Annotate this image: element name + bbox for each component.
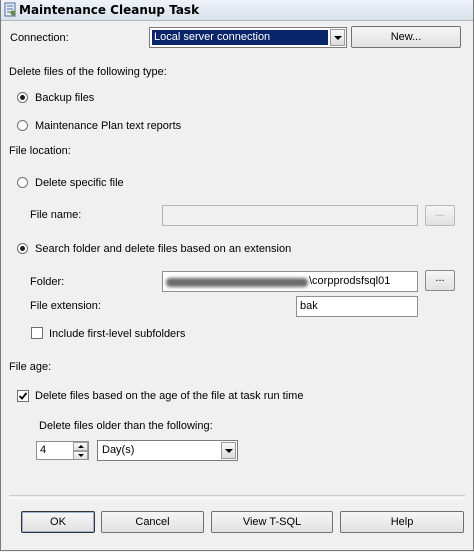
backup-files-radio[interactable] — [17, 92, 28, 103]
age-amount-spinner[interactable]: 4 — [36, 441, 89, 460]
file-extension-field[interactable]: bak — [296, 296, 418, 317]
connection-selected-value: Local server connection — [152, 30, 328, 45]
checkmark-icon — [18, 392, 28, 400]
view-tsql-button[interactable]: View T-SQL — [211, 511, 333, 533]
file-location-heading: File location: — [9, 145, 71, 157]
file-name-label: File name: — [30, 209, 82, 221]
search-folder-radio[interactable] — [17, 243, 28, 254]
new-connection-button[interactable]: New... — [351, 26, 461, 48]
maintenance-task-icon — [4, 2, 16, 17]
delete-by-age-label[interactable]: Delete files based on the age of the fil… — [35, 390, 303, 403]
spin-up-icon[interactable] — [73, 442, 88, 451]
redacted-path-overlay — [166, 278, 308, 287]
chevron-down-icon[interactable] — [330, 29, 345, 46]
spin-down-icon[interactable] — [73, 451, 88, 459]
age-amount-value: 4 — [40, 444, 47, 456]
include-subfolders-checkbox[interactable] — [31, 327, 43, 339]
folder-label: Folder: — [30, 276, 65, 288]
backup-files-label[interactable]: Backup files — [35, 92, 94, 105]
delete-specific-file-radio[interactable] — [17, 177, 28, 188]
button-separator — [9, 495, 465, 499]
folder-browse-button[interactable]: ... — [425, 270, 455, 291]
ok-button[interactable]: OK — [21, 511, 95, 533]
delete-by-age-checkbox[interactable] — [17, 390, 29, 402]
folder-path-text: \corpprodsfsql01 — [309, 275, 391, 287]
chevron-down-icon[interactable] — [221, 442, 236, 459]
title-bar: Maintenance Cleanup Task — [0, 0, 474, 21]
older-than-label: Delete files older than the following: — [39, 420, 213, 432]
age-unit-select[interactable]: Day(s) — [97, 440, 238, 461]
maintenance-reports-radio[interactable] — [17, 120, 28, 131]
age-unit-value: Day(s) — [102, 444, 135, 456]
file-name-field[interactable] — [162, 205, 418, 226]
maintenance-reports-label[interactable]: Maintenance Plan text reports — [35, 120, 181, 133]
file-type-heading: Delete files of the following type: — [9, 66, 167, 78]
help-button[interactable]: Help — [340, 511, 464, 533]
file-extension-label: File extension: — [30, 300, 101, 312]
connection-label: Connection: — [10, 32, 69, 44]
delete-specific-file-label[interactable]: Delete specific file — [35, 177, 124, 190]
window-title: Maintenance Cleanup Task — [19, 3, 200, 17]
cancel-button[interactable]: Cancel — [101, 511, 204, 533]
connection-select[interactable]: Local server connection — [149, 27, 347, 48]
search-folder-label[interactable]: Search folder and delete files based on … — [35, 243, 291, 256]
file-age-heading: File age: — [9, 361, 52, 373]
file-name-browse-button[interactable]: ... — [425, 205, 455, 226]
include-subfolders-label[interactable]: Include first-level subfolders — [49, 328, 185, 341]
